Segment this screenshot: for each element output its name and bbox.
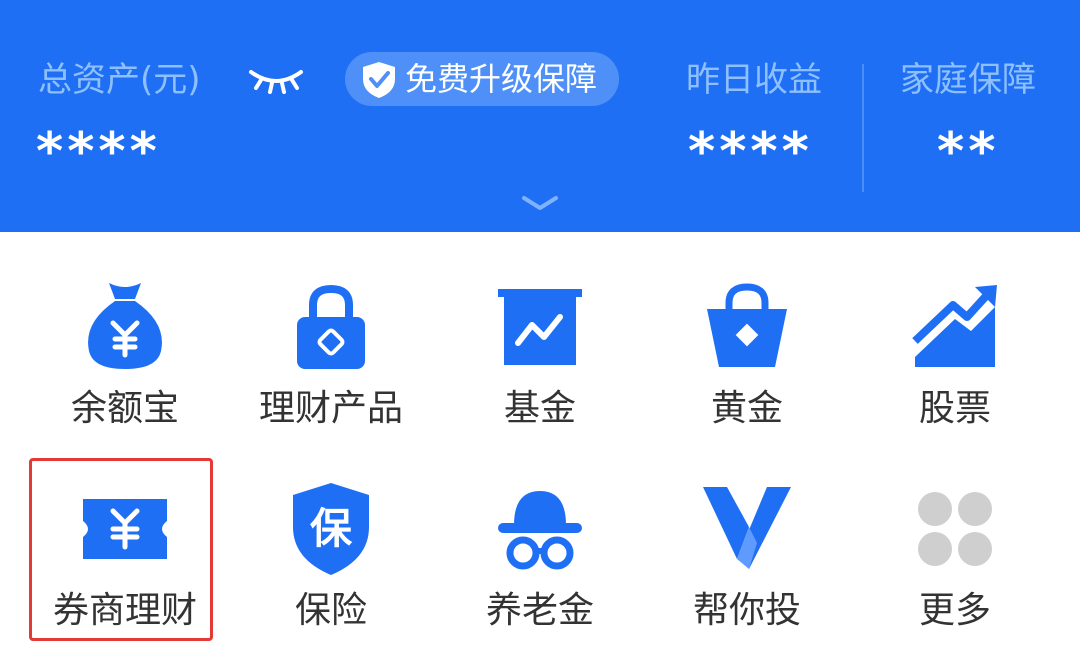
menu-item-gold[interactable]: 黄金	[647, 277, 847, 457]
money-bag-icon	[88, 283, 162, 369]
header-divider	[862, 64, 864, 192]
menu-item-insurance[interactable]: 保 保险	[231, 479, 431, 659]
menu-item-more[interactable]: 更多	[855, 479, 1055, 659]
family-protection-value[interactable]: **	[937, 122, 999, 182]
menu-item-wealth-products[interactable]: 理财产品	[231, 277, 431, 457]
yesterday-earnings-value[interactable]: ****	[688, 122, 813, 182]
menu-item-help-invest[interactable]: 帮你投	[647, 479, 847, 659]
menu-item-label: 保险	[294, 590, 367, 631]
total-assets-value: ****	[36, 122, 161, 182]
stock-trend-icon	[912, 285, 997, 367]
insurance-shield-icon: 保	[293, 483, 369, 575]
menu-item-label: 更多	[918, 590, 991, 631]
v-logo-icon	[703, 487, 791, 569]
menu-item-fund[interactable]: 基金	[440, 277, 640, 457]
menu-item-label: 股票	[918, 388, 991, 429]
menu-item-label: 基金	[503, 388, 576, 429]
fund-chart-icon	[498, 289, 582, 365]
family-protection-label[interactable]: 家庭保障	[900, 58, 1036, 102]
svg-text:保: 保	[310, 504, 353, 553]
menu-item-pension[interactable]: 养老金	[440, 479, 640, 659]
menu-item-label: 理财产品	[258, 388, 403, 429]
menu-item-yuebao[interactable]: 余额宝	[25, 277, 225, 457]
total-assets-label: 总资产(元)	[38, 60, 201, 100]
upgrade-protection-button[interactable]: 免费升级保障	[345, 52, 619, 106]
highlight-box	[29, 458, 213, 641]
upgrade-label: 免费升级保障	[405, 60, 598, 98]
shield-icon	[363, 62, 395, 98]
yesterday-earnings-label[interactable]: 昨日收益	[686, 58, 822, 102]
more-grid-icon	[918, 492, 992, 566]
asset-header: 总资产(元) 免费升级保障 **** 昨日收益 **** 家庭保障 **	[0, 0, 1080, 232]
chevron-down-icon[interactable]	[520, 194, 560, 212]
menu-item-stocks[interactable]: 股票	[855, 277, 1055, 457]
pension-hat-glasses-icon	[498, 491, 582, 570]
menu-item-label: 养老金	[485, 590, 594, 631]
hide-eye-icon[interactable]	[247, 66, 305, 94]
menu-item-label: 余额宝	[70, 388, 179, 429]
lock-icon	[297, 284, 365, 369]
gold-basket-icon	[707, 283, 787, 367]
menu-item-label: 帮你投	[692, 590, 801, 631]
menu-item-label: 黄金	[710, 388, 783, 429]
